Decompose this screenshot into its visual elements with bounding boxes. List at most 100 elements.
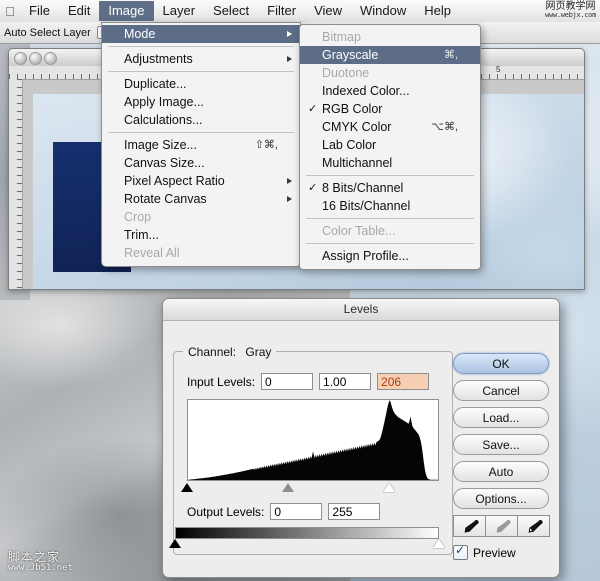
eyedropper-white-icon[interactable] bbox=[517, 515, 550, 537]
image-menu-item-adjustments[interactable]: Adjustments bbox=[102, 50, 300, 68]
mode-item-multichannel[interactable]: Multichannel bbox=[300, 154, 480, 172]
image-menu-item-canvas-size[interactable]: Canvas Size... bbox=[102, 154, 300, 172]
output-white-field[interactable]: 255 bbox=[328, 503, 381, 520]
image-menu-item-trim-label: Trim... bbox=[124, 228, 159, 242]
image-menu-item-rotate-canvas-label: Rotate Canvas bbox=[124, 192, 207, 206]
output-levels-row: Output Levels: 0 255 bbox=[187, 503, 381, 520]
menu-window[interactable]: Window bbox=[351, 1, 415, 21]
mode-item-lab-color-label: Lab Color bbox=[322, 138, 377, 152]
mode-item-indexed-color[interactable]: Indexed Color... bbox=[300, 82, 480, 100]
ok-button[interactable]: OK bbox=[453, 353, 549, 374]
watermark-bottom-url: www.Jb51.net bbox=[8, 562, 74, 573]
mode-item-8-bits-channel-label: 8 Bits/Channel bbox=[322, 181, 404, 195]
checkmark-icon: ✓ bbox=[308, 182, 318, 194]
mode-item-multichannel-label: Multichannel bbox=[322, 156, 393, 170]
input-gamma-slider-handle[interactable] bbox=[281, 483, 294, 492]
preview-checkbox[interactable] bbox=[453, 543, 468, 560]
options-button[interactable]: Options... bbox=[453, 488, 549, 509]
output-gradient-bar bbox=[175, 527, 439, 539]
output-white-slider-handle[interactable] bbox=[433, 539, 445, 548]
mode-item-indexed-color-label: Indexed Color... bbox=[322, 84, 410, 98]
input-levels-label: Input Levels: bbox=[187, 374, 256, 389]
load-button[interactable]: Load... bbox=[453, 407, 549, 428]
mode-item-duotone-label: Duotone bbox=[322, 66, 370, 80]
channel-value[interactable]: Gray bbox=[245, 345, 271, 359]
watermark-bottom: 脚本之家 www.Jb51.net bbox=[8, 551, 73, 573]
minimize-button[interactable] bbox=[29, 52, 42, 65]
image-menu-item-image-size[interactable]: Image Size... ⇧⌘, bbox=[102, 136, 300, 154]
image-menu-item-apply-image[interactable]: Apply Image... bbox=[102, 93, 300, 111]
menu-bar[interactable]:  File Edit Image Layer Select Filter Vi… bbox=[0, 0, 600, 23]
image-menu-item-reveal-all: Reveal All bbox=[102, 244, 300, 262]
menu-file[interactable]: File bbox=[20, 1, 59, 21]
image-menu-dropdown[interactable]: Mode Adjustments Duplicate... Apply Imag… bbox=[101, 22, 301, 267]
levels-dialog[interactable]: Levels Channel: Gray Input Levels: 0 1.0… bbox=[162, 298, 560, 578]
menu-image[interactable]: Image bbox=[99, 1, 154, 21]
image-menu-item-calculations-label: Calculations... bbox=[124, 113, 203, 127]
mode-submenu[interactable]: Bitmap Grayscale ⌘, Duotone Indexed Colo… bbox=[299, 24, 481, 270]
image-menu-item-rotate-canvas[interactable]: Rotate Canvas bbox=[102, 190, 300, 208]
checkmark-icon: ✓ bbox=[308, 103, 318, 115]
input-white-slider-handle[interactable] bbox=[382, 483, 395, 492]
vertical-ruler[interactable] bbox=[9, 79, 23, 289]
input-levels-slider[interactable] bbox=[181, 483, 439, 494]
watermark-top: 网页教学网 www.webjx.com bbox=[545, 2, 596, 19]
preview-row[interactable]: Preview bbox=[453, 543, 549, 560]
mode-item-cmyk-color-shortcut: ⌥⌘, bbox=[431, 121, 458, 133]
input-white-field[interactable]: 206 bbox=[377, 373, 430, 390]
image-menu-item-pixel-aspect-ratio-label: Pixel Aspect Ratio bbox=[124, 174, 225, 188]
input-black-field[interactable]: 0 bbox=[261, 373, 314, 390]
chevron-right-icon bbox=[287, 31, 292, 37]
input-gamma-field[interactable]: 1.00 bbox=[319, 373, 372, 390]
output-black-slider-handle[interactable] bbox=[169, 539, 181, 548]
output-levels-slider[interactable] bbox=[169, 539, 445, 550]
input-black-slider-handle[interactable] bbox=[181, 483, 193, 492]
image-menu-item-calculations[interactable]: Calculations... bbox=[102, 111, 300, 129]
image-menu-item-pixel-aspect-ratio[interactable]: Pixel Aspect Ratio bbox=[102, 172, 300, 190]
cancel-button[interactable]: Cancel bbox=[453, 380, 549, 401]
eyedropper-black-icon[interactable] bbox=[453, 515, 486, 537]
mode-item-assign-profile[interactable]: Assign Profile... bbox=[300, 247, 480, 265]
chevron-right-icon bbox=[287, 196, 292, 202]
output-levels-label: Output Levels: bbox=[187, 504, 265, 519]
output-black-field[interactable]: 0 bbox=[270, 503, 323, 520]
menu-layer[interactable]: Layer bbox=[154, 1, 205, 21]
menu-separator bbox=[306, 218, 474, 219]
image-menu-item-image-size-shortcut: ⇧⌘, bbox=[254, 139, 278, 151]
close-button[interactable] bbox=[14, 52, 27, 65]
image-menu-item-mode[interactable]: Mode bbox=[102, 25, 300, 43]
mode-item-rgb-color[interactable]: ✓ RGB Color bbox=[300, 100, 480, 118]
mode-item-lab-color[interactable]: Lab Color bbox=[300, 136, 480, 154]
image-menu-item-trim[interactable]: Trim... bbox=[102, 226, 300, 244]
menu-select[interactable]: Select bbox=[204, 1, 258, 21]
levels-button-column: OK Cancel Load... Save... Auto Options..… bbox=[453, 353, 550, 560]
eyedropper-white-glyph bbox=[528, 520, 543, 533]
menu-filter[interactable]: Filter bbox=[258, 1, 305, 21]
mode-item-16-bits-channel-label: 16 Bits/Channel bbox=[322, 199, 411, 213]
eyedropper-button-group bbox=[453, 515, 550, 537]
menu-separator bbox=[108, 71, 294, 72]
image-menu-item-apply-image-label: Apply Image... bbox=[124, 95, 204, 109]
menu-edit[interactable]: Edit bbox=[59, 1, 99, 21]
watermark-bottom-cn: 脚本之家 bbox=[8, 549, 61, 564]
mode-item-cmyk-color[interactable]: CMYK Color ⌥⌘, bbox=[300, 118, 480, 136]
mode-item-rgb-color-label: RGB Color bbox=[322, 102, 383, 116]
mode-item-grayscale-shortcut: ⌘, bbox=[443, 49, 458, 61]
save-button[interactable]: Save... bbox=[453, 434, 549, 455]
image-menu-item-duplicate[interactable]: Duplicate... bbox=[102, 75, 300, 93]
image-menu-item-duplicate-label: Duplicate... bbox=[124, 77, 187, 91]
mode-item-16-bits-channel[interactable]: 16 Bits/Channel bbox=[300, 197, 480, 215]
menu-separator bbox=[108, 46, 294, 47]
channel-label: Channel: bbox=[188, 345, 237, 359]
mode-item-8-bits-channel[interactable]: ✓ 8 Bits/Channel bbox=[300, 179, 480, 197]
menu-separator bbox=[306, 175, 474, 176]
mode-item-grayscale[interactable]: Grayscale ⌘, bbox=[300, 46, 480, 64]
auto-button[interactable]: Auto bbox=[453, 461, 549, 482]
menu-help[interactable]: Help bbox=[415, 1, 460, 21]
eyedropper-gray-icon[interactable] bbox=[485, 515, 518, 537]
mode-item-grayscale-label: Grayscale bbox=[322, 48, 379, 62]
menu-view[interactable]: View bbox=[305, 1, 351, 21]
apple-icon[interactable]:  bbox=[0, 4, 20, 19]
image-menu-item-adjustments-label: Adjustments bbox=[124, 52, 193, 66]
zoom-button[interactable] bbox=[44, 52, 57, 65]
